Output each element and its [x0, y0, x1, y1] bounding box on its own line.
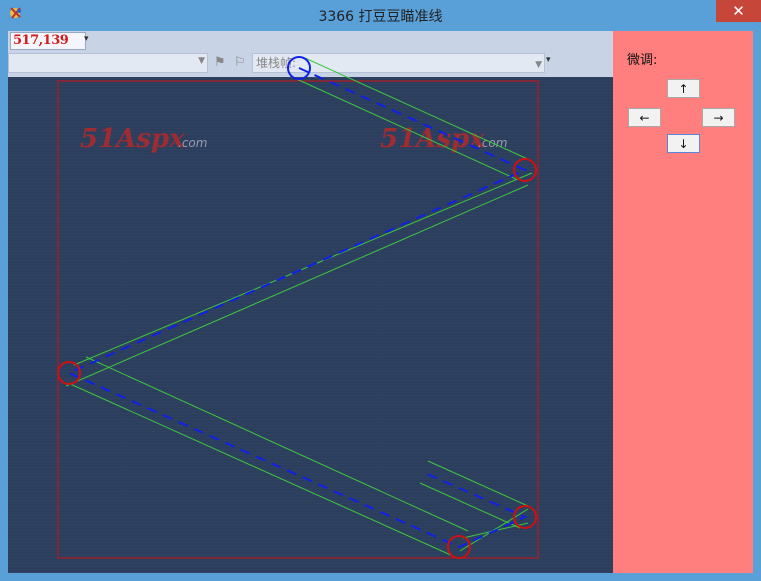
bounce-marker	[57, 361, 81, 385]
svg-text:51Aspx: 51Aspx	[80, 124, 185, 154]
aim-scene: 51Aspx .com 51Aspx .com	[57, 56, 539, 559]
watermark-right: 51Aspx .com	[380, 124, 507, 154]
nudge-down-button[interactable]: ↓	[667, 134, 700, 153]
nudge-up-button[interactable]: ↑	[667, 79, 700, 98]
close-button[interactable]: ✕	[716, 0, 761, 22]
title-bar: 3366 打豆豆瞄准线 ✕	[0, 0, 761, 31]
window-title: 3366 打豆豆瞄准线	[318, 9, 443, 25]
fine-tune-label: 微调:	[627, 53, 658, 68]
watermark-left: 51Aspx .com	[80, 124, 207, 154]
nudge-right-button[interactable]: →	[702, 108, 735, 127]
nudge-left-button[interactable]: ←	[628, 108, 661, 127]
svg-text:51Aspx: 51Aspx	[380, 124, 485, 154]
svg-text:.com: .com	[178, 136, 207, 150]
fine-tune-panel: 微调: ↑ ← → ↓	[613, 31, 753, 573]
